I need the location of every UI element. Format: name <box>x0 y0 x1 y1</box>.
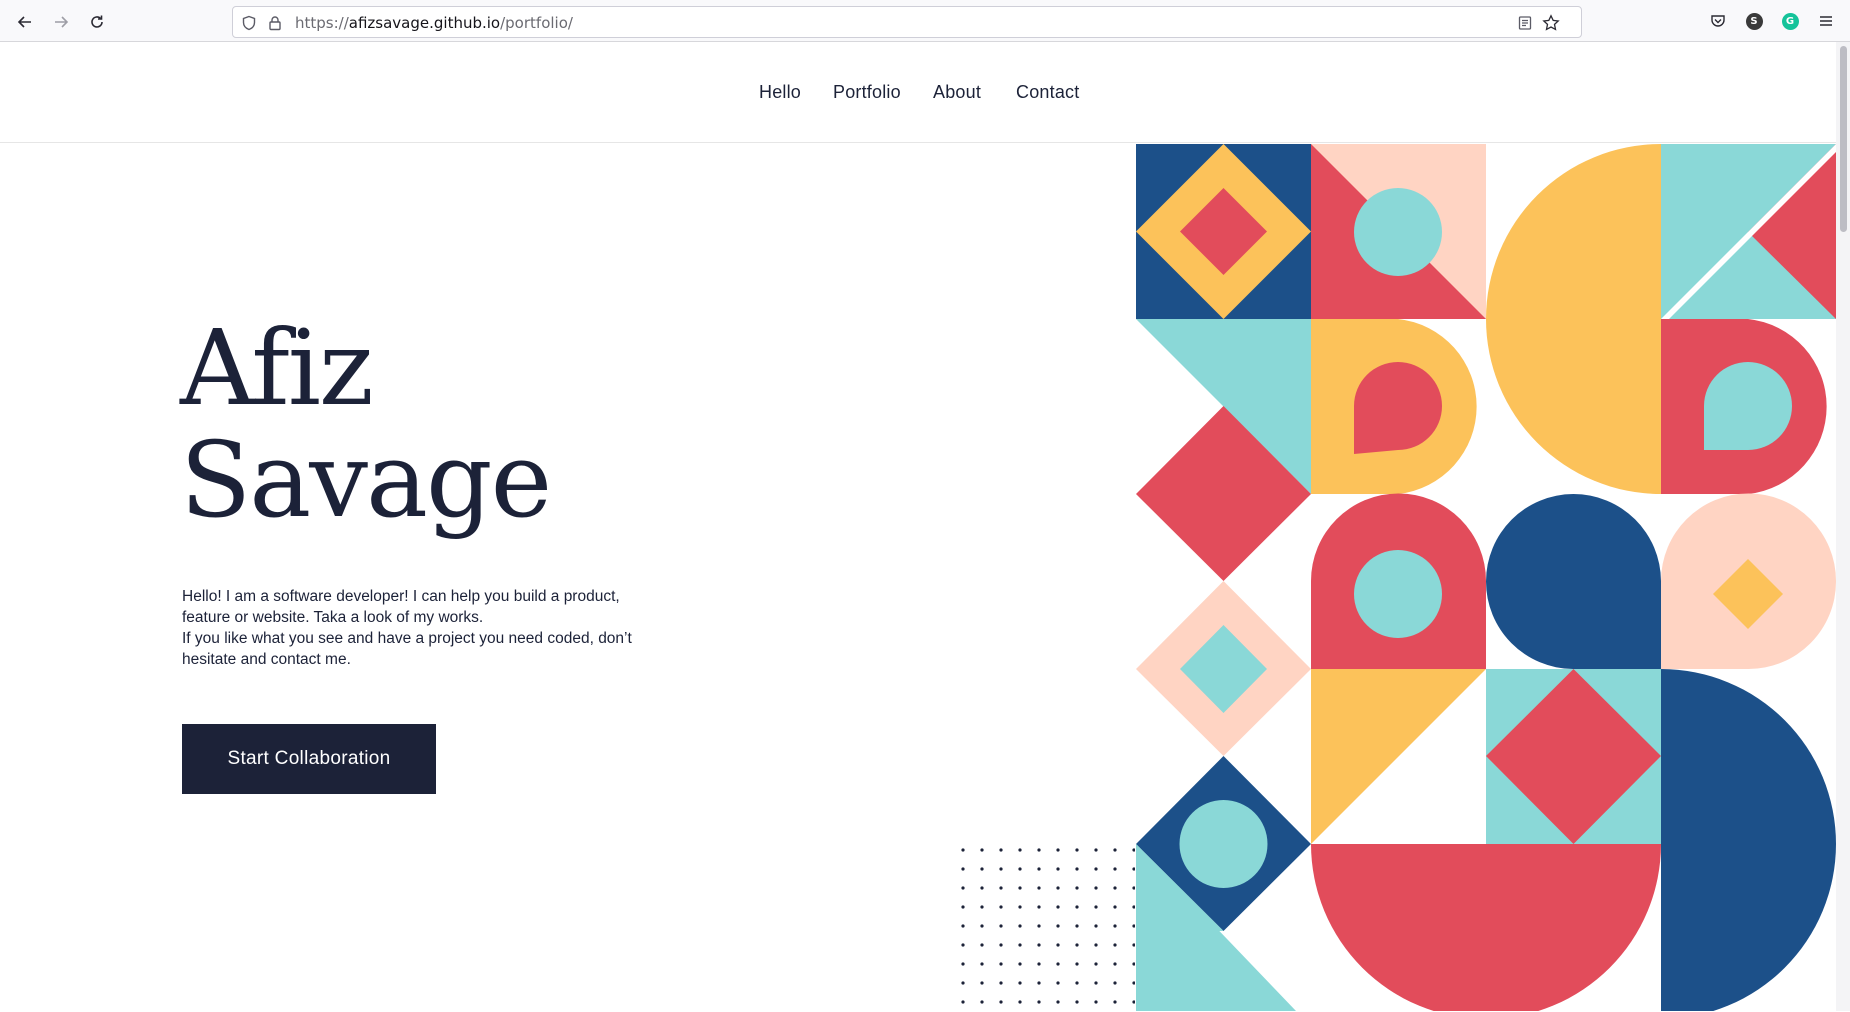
star-icon[interactable] <box>1541 13 1561 33</box>
page-viewport: Hello Portfolio About Contact Afiz Savag… <box>0 42 1850 1012</box>
geometric-artwork <box>1136 144 1836 1011</box>
lock-icon[interactable] <box>265 13 285 33</box>
tile-yellow-triangle <box>1311 669 1486 844</box>
arrow-left-icon <box>17 16 31 28</box>
intro-text: Hello! I am a software developer! I can … <box>182 586 662 670</box>
page-scrollbar[interactable] <box>1836 42 1850 1011</box>
hamburger-menu-icon[interactable] <box>1815 10 1837 32</box>
reload-icon <box>91 15 103 28</box>
start-collaboration-button[interactable]: Start Collaboration <box>182 724 436 794</box>
dot-grid-decoration <box>955 842 1135 1012</box>
nav-link-about[interactable]: About <box>933 82 981 103</box>
tile-teal-circle-3 <box>1179 800 1268 888</box>
site-nav: Hello Portfolio About Contact <box>0 42 1836 143</box>
tile-navy-half-circle <box>1661 669 1836 1011</box>
hero-title-line-2: Savage <box>180 419 552 541</box>
nav-link-hello[interactable]: Hello <box>759 82 801 103</box>
forward-button[interactable] <box>45 8 77 36</box>
back-button[interactable] <box>9 8 41 36</box>
pocket-icon[interactable] <box>1707 10 1729 32</box>
hero-title-line-1: Afiz <box>180 307 374 429</box>
intro-paragraph-2: If you like what you see and have a proj… <box>182 630 632 668</box>
shield-icon[interactable] <box>239 13 259 33</box>
tile-red-bowl <box>1311 844 1661 1011</box>
tile-teal-circle-2 <box>1354 550 1442 638</box>
arrow-right-icon <box>55 16 69 28</box>
nav-link-portfolio[interactable]: Portfolio <box>833 82 901 103</box>
url-text[interactable]: https://afizsavage.github.io/portfolio/ <box>295 14 573 32</box>
nav-link-contact[interactable]: Contact <box>1016 82 1079 103</box>
reader-view-icon[interactable] <box>1515 13 1535 33</box>
tile-teal-circle <box>1354 188 1442 276</box>
reload-button[interactable] <box>81 8 113 36</box>
scrollbar-thumb[interactable] <box>1840 46 1847 232</box>
intro-paragraph-1: Hello! I am a software developer! I can … <box>182 588 620 626</box>
tile-yellow-half-circle <box>1486 144 1661 494</box>
grammarly-extension-icon[interactable]: G <box>1779 10 1801 32</box>
tile-navy-drop <box>1486 494 1661 669</box>
address-bar[interactable]: https://afizsavage.github.io/portfolio/ <box>232 6 1582 38</box>
extension-s-icon[interactable]: S <box>1743 10 1765 32</box>
browser-toolbar: https://afizsavage.github.io/portfolio/ … <box>0 0 1850 42</box>
tile-teal-drop <box>1704 362 1792 450</box>
hero-title: Afiz Savage <box>180 307 552 541</box>
